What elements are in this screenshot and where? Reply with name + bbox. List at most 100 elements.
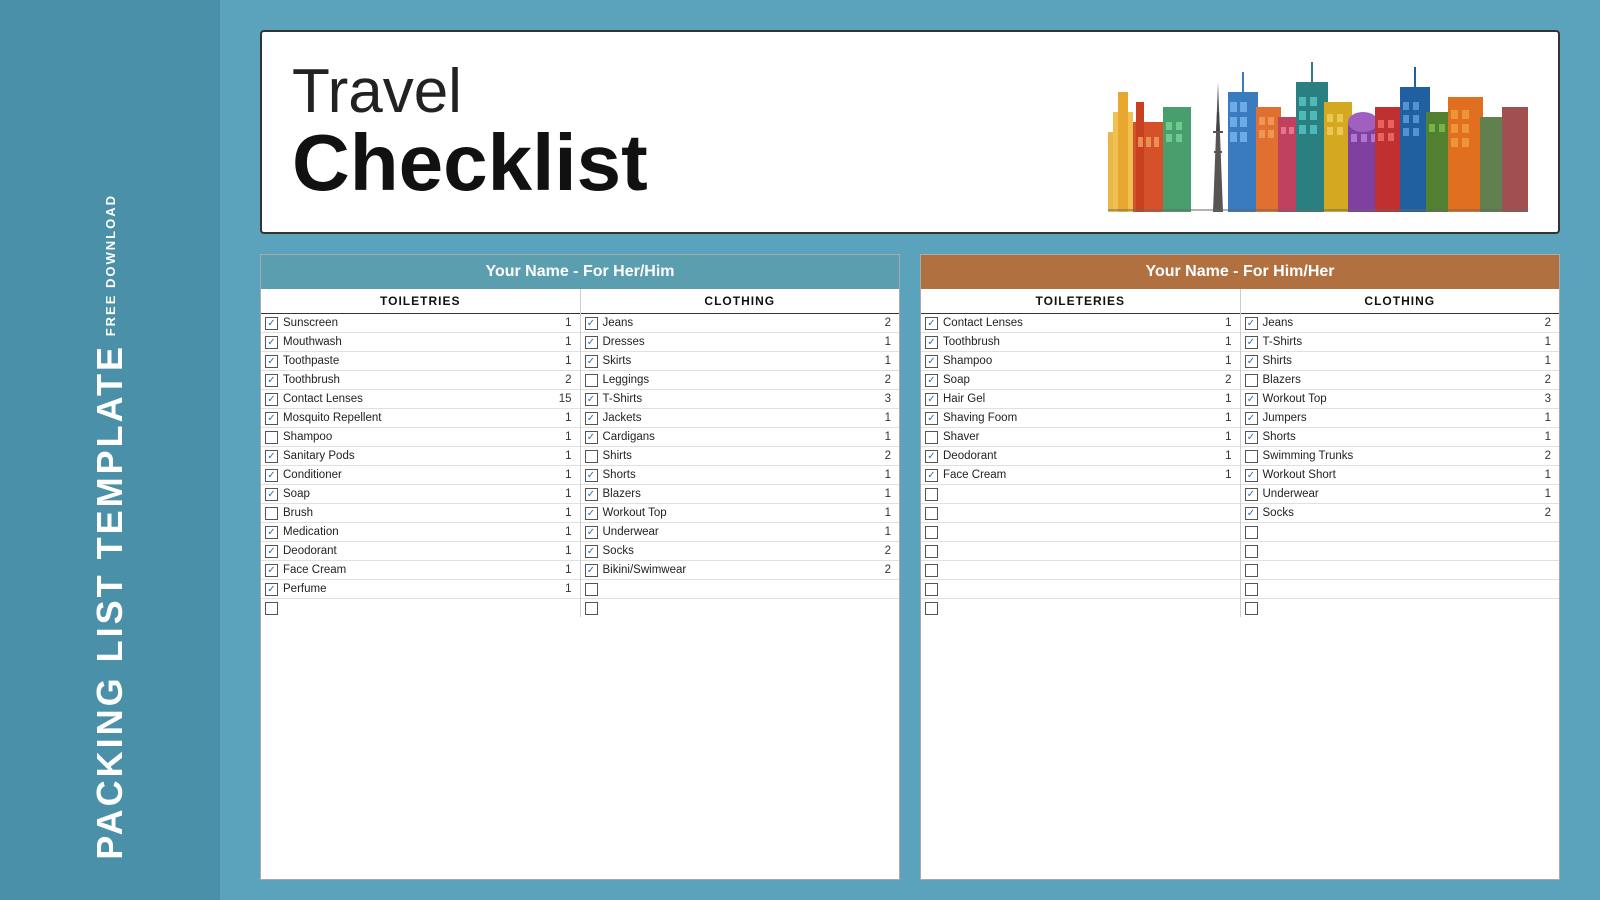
checkbox[interactable] xyxy=(265,412,278,425)
checkbox[interactable] xyxy=(925,564,938,577)
checkbox[interactable] xyxy=(585,545,598,558)
item-qty: 2 xyxy=(560,374,576,386)
checkbox[interactable] xyxy=(265,507,278,520)
checkbox[interactable] xyxy=(1245,545,1258,558)
item-name: Medication xyxy=(283,526,560,538)
checkbox[interactable] xyxy=(265,488,278,501)
checkbox[interactable] xyxy=(1245,412,1258,425)
checkbox[interactable] xyxy=(1245,317,1258,330)
checkbox[interactable] xyxy=(265,450,278,463)
item-name: Contact Lenses xyxy=(943,317,1220,329)
him-toiletries-column: TOILETERIES Contact Lenses1Toothbrush1Sh… xyxy=(921,289,1241,617)
checkbox[interactable] xyxy=(1245,450,1258,463)
header-title: Travel Checklist xyxy=(292,61,648,203)
checkbox[interactable] xyxy=(585,583,598,596)
checkbox[interactable] xyxy=(585,450,598,463)
checkbox[interactable] xyxy=(1245,526,1258,539)
checkbox[interactable] xyxy=(585,431,598,444)
checkbox[interactable] xyxy=(585,507,598,520)
checkbox[interactable] xyxy=(585,526,598,539)
checkbox[interactable] xyxy=(585,602,598,615)
checkbox[interactable] xyxy=(265,602,278,615)
checkbox[interactable] xyxy=(1245,469,1258,482)
checkbox[interactable] xyxy=(925,336,938,349)
item-qty: 1 xyxy=(560,545,576,557)
list-item: Contact Lenses1 xyxy=(921,314,1240,333)
item-qty: 1 xyxy=(1220,393,1236,405)
checkbox[interactable] xyxy=(265,564,278,577)
checkbox[interactable] xyxy=(585,355,598,368)
checkbox[interactable] xyxy=(265,355,278,368)
checkbox[interactable] xyxy=(265,336,278,349)
him-clothing-column: CLOTHING Jeans2T-Shirts1Shirts1Blazers2W… xyxy=(1241,289,1560,617)
item-name: T-Shirts xyxy=(1263,336,1540,348)
him-card-body: TOILETERIES Contact Lenses1Toothbrush1Sh… xyxy=(921,289,1559,617)
list-item: Jeans2 xyxy=(1241,314,1560,333)
item-qty: 2 xyxy=(1539,507,1555,519)
checkbox[interactable] xyxy=(925,317,938,330)
checkbox[interactable] xyxy=(925,526,938,539)
list-item xyxy=(921,542,1240,561)
checkbox[interactable] xyxy=(1245,374,1258,387)
checkbox[interactable] xyxy=(265,545,278,558)
checkbox[interactable] xyxy=(1245,336,1258,349)
checkbox[interactable] xyxy=(585,469,598,482)
checkbox[interactable] xyxy=(265,583,278,596)
checkbox[interactable] xyxy=(925,488,938,501)
checkbox[interactable] xyxy=(585,317,598,330)
checkbox[interactable] xyxy=(265,431,278,444)
city-illustration xyxy=(1108,52,1528,212)
item-name: Soap xyxy=(943,374,1220,386)
checkbox[interactable] xyxy=(585,488,598,501)
checkbox[interactable] xyxy=(585,336,598,349)
item-qty: 1 xyxy=(1220,450,1236,462)
checkbox[interactable] xyxy=(925,469,938,482)
checkbox[interactable] xyxy=(925,602,938,615)
list-item xyxy=(921,580,1240,599)
checkbox[interactable] xyxy=(265,393,278,406)
checkbox[interactable] xyxy=(1245,564,1258,577)
checkbox[interactable] xyxy=(1245,393,1258,406)
list-item: Leggings2 xyxy=(581,371,900,390)
list-item xyxy=(921,599,1240,617)
checkbox[interactable] xyxy=(265,374,278,387)
checkbox[interactable] xyxy=(265,317,278,330)
item-name: Conditioner xyxy=(283,469,560,481)
checkbox[interactable] xyxy=(585,412,598,425)
checkbox[interactable] xyxy=(925,450,938,463)
checkbox[interactable] xyxy=(925,431,938,444)
item-name: Shirts xyxy=(1263,355,1540,367)
list-item: Underwear1 xyxy=(581,523,900,542)
checkbox[interactable] xyxy=(1245,355,1258,368)
checkbox[interactable] xyxy=(265,469,278,482)
item-qty: 1 xyxy=(1539,412,1555,424)
checkbox[interactable] xyxy=(1245,488,1258,501)
her-card-body: TOILETRIES Sunscreen1Mouthwash1Toothpast… xyxy=(261,289,899,617)
checkbox[interactable] xyxy=(1245,602,1258,615)
checkbox[interactable] xyxy=(925,355,938,368)
checkbox[interactable] xyxy=(925,374,938,387)
checkbox[interactable] xyxy=(1245,431,1258,444)
checkbox[interactable] xyxy=(585,374,598,387)
checkbox[interactable] xyxy=(925,507,938,520)
checkbox[interactable] xyxy=(1245,583,1258,596)
checkbox[interactable] xyxy=(925,393,938,406)
checkbox[interactable] xyxy=(925,583,938,596)
her-clothing-header: CLOTHING xyxy=(581,289,900,314)
checkbox[interactable] xyxy=(585,564,598,577)
him-toiletries-header: TOILETERIES xyxy=(921,289,1240,314)
item-qty: 2 xyxy=(1539,374,1555,386)
checkbox[interactable] xyxy=(585,393,598,406)
checkbox[interactable] xyxy=(925,545,938,558)
checkbox[interactable] xyxy=(925,412,938,425)
checkbox[interactable] xyxy=(1245,507,1258,520)
list-item xyxy=(261,599,580,617)
checkbox[interactable] xyxy=(265,526,278,539)
item-name: Jackets xyxy=(603,412,880,424)
list-item xyxy=(1241,599,1560,617)
item-qty: 1 xyxy=(879,431,895,443)
item-name: Socks xyxy=(1263,507,1540,519)
item-name: Blazers xyxy=(603,488,880,500)
item-qty: 1 xyxy=(879,336,895,348)
item-qty: 3 xyxy=(879,393,895,405)
